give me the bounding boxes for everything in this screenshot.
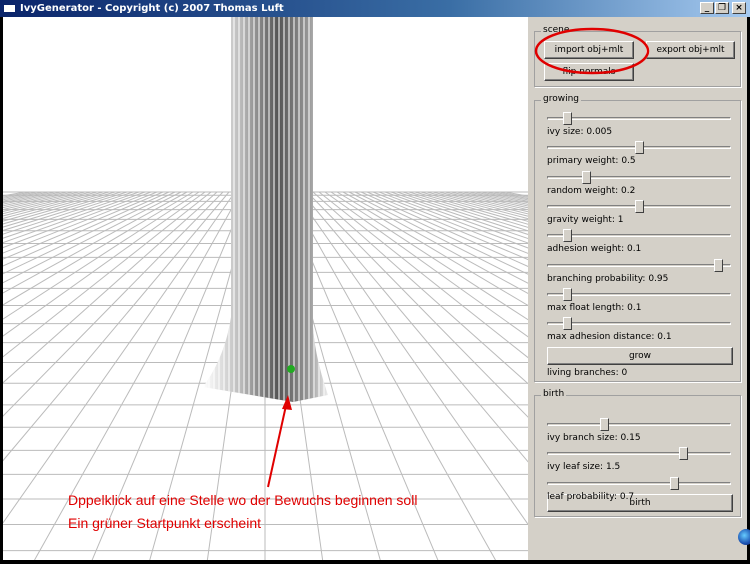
slider-7[interactable] [547,317,731,331]
annotation-arrow [267,395,292,488]
slider-track [547,263,731,267]
app-icon [3,4,16,13]
scene-canvas[interactable] [3,17,528,560]
slider-track [547,234,731,238]
birth-legend: birth [541,389,567,399]
slider-thumb[interactable] [563,317,573,331]
param-label: branching probability: 0.95 [547,273,669,284]
param-label: adhesion weight: 0.1 [547,244,642,255]
living-branches-label: living branches: 0 [547,368,628,378]
import-highlight-circle [534,27,650,75]
window-title: IvyGenerator - Copyright (c) 2007 Thomas… [20,3,284,14]
param-label: leaf probability: 0.7 [547,491,635,502]
slider-0[interactable] [547,112,731,125]
slider-thumb[interactable] [581,170,591,184]
slider-thumb[interactable] [600,418,610,431]
export-button[interactable]: export obj+mlt [646,41,735,59]
slider-track [547,452,731,456]
growing-group: growing grow living branches: 0 ivy size… [534,94,741,382]
minimize-button[interactable]: _ [700,2,714,14]
slider-thumb[interactable] [669,476,679,490]
grow-button[interactable]: grow [547,347,733,365]
slider-4[interactable] [547,229,731,243]
slider-6[interactable] [547,287,731,301]
slider-3[interactable] [547,199,731,213]
growing-legend: growing [541,94,581,104]
close-button[interactable]: × [732,2,746,14]
restore-button[interactable]: ❐ [715,2,729,14]
slider-track [547,292,731,296]
param-label: primary weight: 0.5 [547,156,636,167]
param-label: random weight: 0.2 [547,185,636,196]
slider-2[interactable] [547,476,731,490]
slider-0[interactable] [547,418,731,431]
birth-group: birth birth ivy branch size: 0.15 ivy lea… [534,389,741,517]
param-label: gravity weight: 1 [547,214,624,225]
control-panel: scene import obj+mlt export obj+mlt flip… [528,17,750,560]
3d-viewport[interactable]: Dppelklick auf eine Stelle wo der Bewuch… [3,17,528,560]
slider-track [547,481,731,485]
slider-5[interactable] [547,258,731,272]
slider-1[interactable] [547,141,731,155]
globe-icon [738,529,750,545]
annotation-line-2: Ein grüner Startpunkt erscheint [68,515,261,531]
slider-2[interactable] [547,170,731,184]
slider-thumb[interactable] [635,199,644,213]
slider-thumb[interactable] [563,287,573,301]
slider-thumb[interactable] [714,258,724,272]
param-label: ivy leaf size: 1.5 [547,462,621,473]
param-label: max adhesion distance: 0.1 [547,332,672,343]
param-label: max float length: 0.1 [547,302,642,313]
slider-track [547,423,731,426]
slider-track [547,322,731,326]
slider-track [547,117,731,120]
start-point-marker [287,365,295,373]
param-label: ivy size: 0.005 [547,127,613,137]
slider-thumb[interactable] [563,112,573,125]
slider-thumb[interactable] [679,447,689,461]
slider-thumb[interactable] [563,229,573,243]
slider-thumb[interactable] [635,141,644,155]
title-bar: IvyGenerator - Copyright (c) 2007 Thomas… [0,0,750,17]
param-label: ivy branch size: 0.15 [547,433,641,443]
slider-track [547,175,731,179]
slider-1[interactable] [547,447,731,461]
annotation-line-1: Dppelklick auf eine Stelle wo der Bewuch… [68,492,418,508]
